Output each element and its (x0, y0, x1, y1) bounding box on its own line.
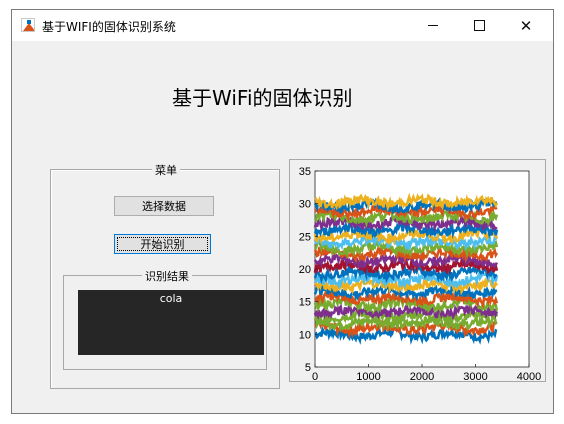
y-tick-label: 20 (299, 264, 311, 276)
page-title: 基于WiFi的固体识别 (172, 86, 353, 110)
y-tick-label: 15 (299, 297, 311, 309)
title-bar[interactable]: 基于WIFI的固体识别系统 ✕ (12, 10, 553, 41)
result-panel-title: 识别结果 (142, 268, 192, 284)
y-tick-label: 5 (305, 362, 311, 374)
select-data-button[interactable]: 选择数据 (114, 196, 214, 216)
x-tick-label: 0 (312, 371, 318, 383)
y-tick-label: 35 (299, 166, 311, 178)
x-tick-label: 1000 (356, 371, 380, 383)
start-recognition-button[interactable]: 开始识别 (114, 234, 211, 254)
maximize-button[interactable] (456, 10, 502, 41)
plot-panel: 5 10 15 20 25 30 35 0 1000 2000 3000 4000 (289, 159, 546, 383)
signal-chart: 5 10 15 20 25 30 35 0 1000 2000 3000 4000 (299, 166, 541, 383)
app-window: 基于WIFI的固体识别系统 ✕ 基于WiFi的固体识别 菜单 选择数据 开始识别… (11, 9, 554, 414)
x-tick-label: 2000 (410, 371, 434, 383)
result-display: cola (78, 290, 264, 355)
menu-panel: 菜单 选择数据 开始识别 识别结果 cola (50, 162, 280, 389)
minimize-button[interactable] (410, 10, 456, 41)
x-tick-label: 3000 (463, 371, 487, 383)
y-tick-label: 25 (299, 231, 311, 243)
matlab-icon (21, 18, 35, 32)
result-value: cola (159, 292, 183, 305)
window-title: 基于WIFI的固体识别系统 (42, 20, 176, 34)
x-tick-label: 4000 (517, 371, 541, 383)
minimize-icon (428, 25, 438, 26)
y-tick-label: 30 (299, 199, 311, 211)
result-panel: 识别结果 cola (63, 268, 267, 370)
close-icon: ✕ (519, 16, 533, 35)
maximize-icon (473, 20, 485, 31)
close-button[interactable]: ✕ (503, 10, 549, 41)
menu-panel-title: 菜单 (152, 162, 180, 178)
y-tick-label: 10 (299, 329, 311, 341)
